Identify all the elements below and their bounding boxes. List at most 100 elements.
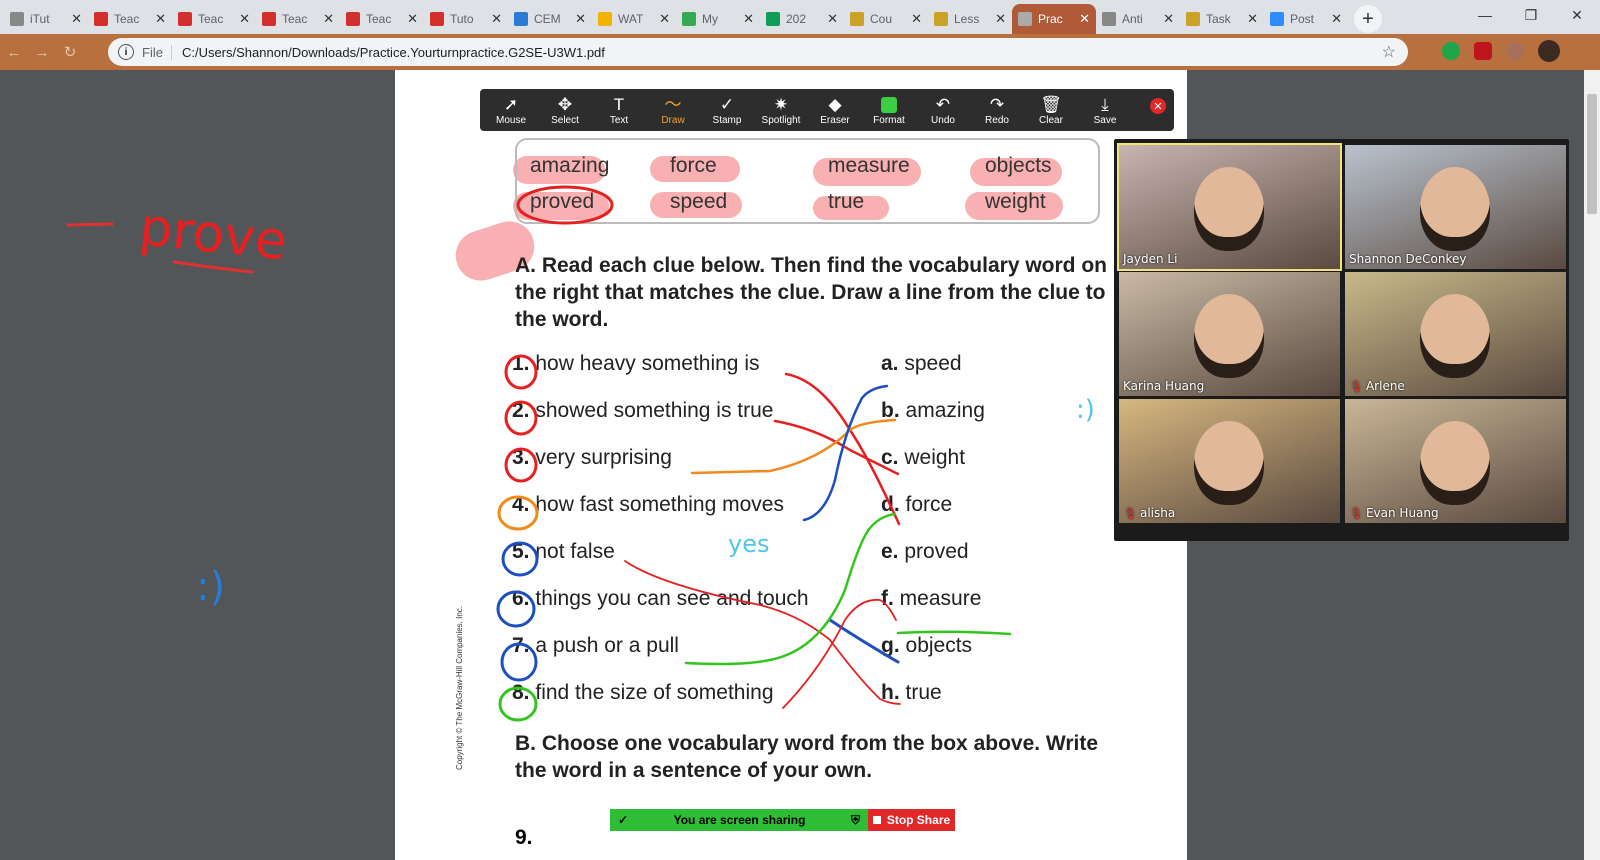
bookmark-star-icon[interactable]: ☆ (1382, 42, 1396, 62)
answer-e: e. proved (881, 540, 969, 563)
tool-text[interactable]: T Text (592, 89, 646, 131)
ublock-icon[interactable] (1474, 42, 1492, 60)
tool-eraser[interactable]: ◆ Eraser (808, 89, 862, 131)
close-tab-icon[interactable]: ✕ (1331, 11, 1342, 27)
close-tab-icon[interactable]: ✕ (407, 11, 418, 27)
browser-tab[interactable]: Cou ✕ (844, 4, 928, 34)
browser-tab[interactable]: Less ✕ (928, 4, 1012, 34)
clue-7: 7. a push or a pull (512, 634, 679, 657)
profile-avatar[interactable] (1538, 40, 1560, 62)
classroom-icon (1186, 12, 1200, 26)
scrollbar[interactable] (1584, 70, 1600, 860)
close-tab-icon[interactable]: ✕ (323, 11, 334, 27)
diamond-icon (514, 12, 528, 26)
browser-tab[interactable]: Tuto ✕ (424, 4, 508, 34)
answer-c: c. weight (881, 446, 966, 469)
tab-title: My (702, 12, 718, 26)
participant-tile[interactable]: 🎙 alisha (1119, 399, 1340, 523)
tab-title: Less (954, 12, 980, 26)
tool-label: Select (551, 114, 579, 126)
participant-name-tag: 🎙 Arlene (1349, 379, 1405, 393)
tool-mouse[interactable]: ➚ Mouse (484, 89, 538, 131)
reload-icon[interactable]: ↻ (56, 43, 84, 61)
browser-tab[interactable]: 202 ✕ (760, 4, 844, 34)
share-status-text: You are screen sharing (673, 813, 806, 827)
tool-clear[interactable]: 🗑 Clear (1024, 89, 1078, 131)
clue-6: 6. things you can see and touch (512, 587, 809, 610)
share-indicator-icon: ✓ (618, 813, 629, 827)
close-tab-icon[interactable]: ✕ (155, 11, 166, 27)
browser-tab[interactable]: Teac ✕ (88, 4, 172, 34)
participant-name: Karina Huang (1123, 379, 1205, 393)
browser-tab[interactable]: Task ✕ (1180, 4, 1264, 34)
tool-spotlight[interactable]: ✷ Spotlight (754, 89, 808, 131)
browser-tab[interactable]: Anti ✕ (1096, 4, 1180, 34)
tool-redo[interactable]: ↷ Redo (970, 89, 1024, 131)
close-tab-icon[interactable]: ✕ (1163, 11, 1174, 27)
tab-title: Teac (282, 12, 308, 26)
word-force: force (670, 154, 717, 177)
browser-tab[interactable]: My ✕ (676, 4, 760, 34)
close-tab-icon[interactable]: ✕ (911, 11, 922, 27)
participant-tile[interactable]: Karina Huang (1119, 272, 1340, 396)
annotation-toolbar: ➚ Mouse ✥ Select T Text 〜 Draw ✓ Stamp ✷ Spotlight ◆… (480, 89, 1174, 131)
minimize-icon[interactable]: — (1462, 0, 1508, 30)
close-annotation-icon[interactable]: ✕ (1150, 98, 1166, 114)
draw-icon: 〜 (664, 94, 682, 114)
close-tab-icon[interactable]: ✕ (575, 11, 586, 27)
extension-icon[interactable] (1506, 42, 1524, 60)
trash-icon: 🗑 (1040, 94, 1062, 114)
tool-format[interactable]: Format (862, 89, 916, 131)
participant-video (1194, 421, 1264, 505)
extension-green-icon[interactable] (1442, 42, 1460, 60)
participant-tile[interactable]: 🎙 Arlene (1345, 272, 1566, 396)
tool-select[interactable]: ✥ Select (538, 89, 592, 131)
file-label: File (142, 44, 172, 60)
close-tab-icon[interactable]: ✕ (239, 11, 250, 27)
url-text: C:/Users/Shannon/Downloads/Practice.Your… (181, 44, 605, 60)
info-icon[interactable]: i (118, 44, 134, 60)
word-objects: objects (985, 154, 1052, 177)
tool-undo[interactable]: ↶ Undo (916, 89, 970, 131)
browser-tab[interactable]: iTut ✕ (4, 4, 88, 34)
back-icon[interactable]: ← (0, 44, 28, 61)
close-tab-icon[interactable]: ✕ (995, 11, 1006, 27)
browser-tab-strip: iTut ✕ Teac ✕ Teac ✕ Teac ✕ Teac ✕ Tuto ✕ CEM ✕ WAT ✕ My… (0, 0, 1600, 34)
tool-stamp[interactable]: ✓ Stamp (700, 89, 754, 131)
close-window-icon[interactable]: ✕ (1554, 0, 1600, 30)
browser-tab[interactable]: Prac ✕ (1012, 4, 1096, 34)
tool-label: Eraser (820, 114, 850, 126)
participant-tile[interactable]: Jayden Li (1117, 143, 1342, 271)
browser-tab[interactable]: Teac ✕ (172, 4, 256, 34)
redo-icon: ↷ (989, 94, 1005, 114)
tool-label: Save (1093, 114, 1117, 126)
new-tab-button[interactable]: + (1354, 5, 1382, 33)
close-tab-icon[interactable]: ✕ (827, 11, 838, 27)
browser-tab[interactable]: WAT ✕ (592, 4, 676, 34)
browser-tab[interactable]: CEM ✕ (508, 4, 592, 34)
close-tab-icon[interactable]: ✕ (491, 11, 502, 27)
tool-label: Stamp (712, 114, 742, 126)
browser-tab[interactable]: Post ✕ (1264, 4, 1348, 34)
muted-mic-icon: 🎙 (1349, 379, 1363, 393)
close-tab-icon[interactable]: ✕ (1079, 11, 1090, 27)
close-tab-icon[interactable]: ✕ (743, 11, 754, 27)
answer-h: h. true (881, 681, 942, 704)
undo-icon: ↶ (935, 94, 951, 114)
close-tab-icon[interactable]: ✕ (659, 11, 670, 27)
forward-icon[interactable]: → (28, 44, 56, 61)
close-tab-icon[interactable]: ✕ (1247, 11, 1258, 27)
stop-share-button[interactable]: Stop Share (868, 809, 955, 831)
clue-1: 1. how heavy something is (512, 352, 760, 375)
address-bar[interactable]: i File C:/Users/Shannon/Downloads/Practi… (108, 38, 1408, 66)
participant-tile[interactable]: Shannon DeConkey (1345, 145, 1566, 269)
screen-share-bar: ✓ You are screen sharing ⛨ Stop Share (610, 809, 955, 831)
spotlight-icon: ✷ (773, 94, 789, 114)
participant-tile[interactable]: 🎙 Evan Huang (1345, 399, 1566, 523)
restore-icon[interactable]: ❐ (1508, 0, 1554, 30)
tool-save[interactable]: ⤓ Save (1078, 89, 1132, 131)
close-tab-icon[interactable]: ✕ (71, 11, 82, 27)
browser-tab[interactable]: Teac ✕ (256, 4, 340, 34)
tool-draw[interactable]: 〜 Draw (646, 89, 700, 131)
browser-tab[interactable]: Teac ✕ (340, 4, 424, 34)
